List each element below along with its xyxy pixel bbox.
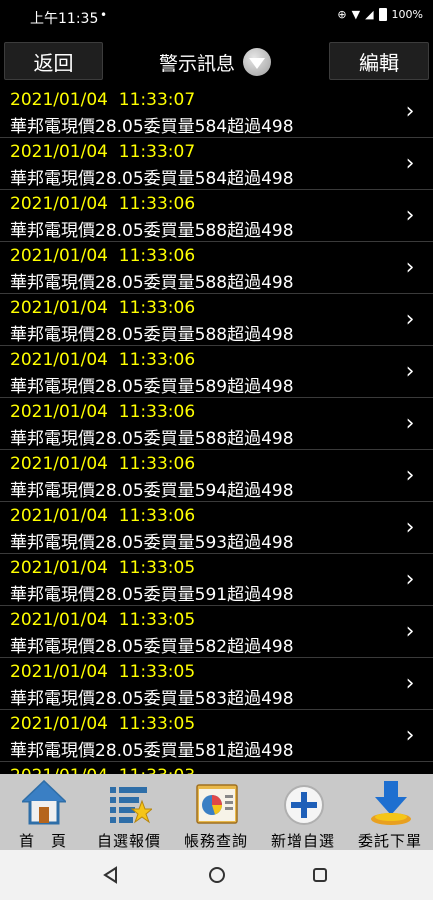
system-nav-bar — [0, 850, 433, 900]
chevron-right-icon: › — [405, 98, 415, 124]
status-icons: ⊕ ▼ ◢ 100% — [337, 8, 423, 21]
alert-time: 2021/01/04 11:33:06 — [10, 402, 196, 422]
alert-row[interactable]: 2021/01/04 11:33:06 華邦電現價28.05委買量594超過49… — [0, 450, 433, 502]
alert-row[interactable]: 2021/01/04 11:33:06 華邦電現價28.05委買量593超過49… — [0, 502, 433, 554]
chevron-right-icon: › — [405, 670, 415, 696]
tab-add-watchlist[interactable]: 新增自選 — [260, 774, 346, 850]
recents-square-icon — [313, 868, 327, 882]
signal-icon: ◢ — [365, 8, 374, 21]
tab-label: 帳務查詢 — [183, 832, 248, 850]
alert-time: 2021/01/04 11:33:05 — [10, 714, 196, 734]
tab-home[interactable]: 首 頁 — [0, 774, 86, 850]
notification-dot: • — [100, 8, 108, 22]
account-query-icon — [196, 784, 238, 824]
order-icon — [371, 781, 411, 825]
alert-message: 華邦電現價28.05委買量584超過498 — [10, 169, 294, 189]
alert-message: 華邦電現價28.05委買量588超過498 — [10, 221, 294, 241]
alert-row[interactable]: 2021/01/04 11:33:05 華邦電現價28.05委買量591超過49… — [0, 554, 433, 606]
alert-row[interactable]: 2021/01/04 11:33:06 華邦電現價28.05委買量589超過49… — [0, 346, 433, 398]
battery-level: 100% — [391, 8, 423, 21]
alert-row[interactable]: 2021/01/04 11:33:06 華邦電現價28.05委買量588超過49… — [0, 242, 433, 294]
alert-row[interactable]: 2021/01/04 11:33:07 華邦電現價28.05委買量584超過49… — [0, 86, 433, 138]
battery-icon — [378, 8, 387, 21]
alert-time: 2021/01/04 11:33:07 — [10, 90, 196, 110]
alert-row[interactable]: 2021/01/04 11:33:07 華邦電現價28.05委買量584超過49… — [0, 138, 433, 190]
tab-label: 首 頁 — [18, 832, 67, 850]
tab-label: 新增自選 — [270, 832, 335, 850]
alert-time: 2021/01/04 11:33:06 — [10, 298, 196, 318]
alert-time: 2021/01/04 11:33:05 — [10, 662, 196, 682]
tab-watchlist[interactable]: 自選報價 — [86, 774, 172, 850]
add-icon — [284, 785, 324, 825]
tab-label: 委託下單 — [357, 832, 422, 850]
alert-message: 華邦電現價28.05委買量581超過498 — [10, 741, 294, 761]
status-bar: 上午11:35 • ⊕ ▼ ◢ 100% — [0, 0, 433, 36]
back-triangle-icon — [103, 866, 117, 884]
chevron-right-icon: › — [405, 150, 415, 176]
chevron-right-icon: › — [405, 514, 415, 540]
alert-row[interactable]: 2021/01/04 11:33:05 華邦電現價28.05委買量583超過49… — [0, 658, 433, 710]
chevron-right-icon: › — [405, 306, 415, 332]
alert-time: 2021/01/04 11:33:06 — [10, 454, 196, 474]
alert-row[interactable]: 2021/01/04 11:33:03 — [0, 762, 433, 774]
alert-time: 2021/01/04 11:33:05 — [10, 558, 196, 578]
tab-label: 自選報價 — [96, 832, 161, 850]
alert-message: 華邦電現價28.05委買量584超過498 — [10, 117, 294, 137]
alert-message: 華邦電現價28.05委買量588超過498 — [10, 429, 294, 449]
tab-place-order[interactable]: 委託下單 — [347, 774, 433, 850]
chevron-right-icon: › — [405, 566, 415, 592]
alert-row[interactable]: 2021/01/04 11:33:05 華邦電現價28.05委買量582超過49… — [0, 606, 433, 658]
alert-list[interactable]: 2021/01/04 11:33:07 華邦電現價28.05委買量584超過49… — [0, 86, 433, 774]
back-button[interactable]: 返回 — [4, 42, 103, 80]
back-nav-button[interactable] — [96, 860, 126, 890]
alert-time: 2021/01/04 11:33:06 — [10, 194, 196, 214]
chevron-right-icon: › — [405, 358, 415, 384]
alert-row[interactable]: 2021/01/04 11:33:06 華邦電現價28.05委買量588超過49… — [0, 294, 433, 346]
chevron-right-icon: › — [405, 462, 415, 488]
chevron-down-icon[interactable] — [243, 48, 271, 76]
chevron-right-icon: › — [405, 254, 415, 280]
alert-row[interactable]: 2021/01/04 11:33:06 華邦電現價28.05委買量588超過49… — [0, 398, 433, 450]
alert-time: 2021/01/04 11:33:06 — [10, 506, 196, 526]
alert-time: 2021/01/04 11:33:06 — [10, 350, 196, 370]
home-nav-button[interactable] — [202, 860, 232, 890]
chevron-right-icon: › — [405, 410, 415, 436]
alert-time: 2021/01/04 11:33:03 — [10, 766, 195, 774]
alert-message: 華邦電現價28.05委買量588超過498 — [10, 325, 294, 345]
bottom-tab-bar: 首 頁 自選報價 帳務查詢 新增自選 委託下單 — [0, 774, 433, 850]
alert-message: 華邦電現價28.05委買量588超過498 — [10, 273, 294, 293]
status-time: 上午11:35 — [30, 11, 99, 27]
header: 返回 警示訊息 編輯 — [0, 36, 433, 86]
alert-message: 華邦電現價28.05委買量593超過498 — [10, 533, 294, 553]
alert-time: 2021/01/04 11:33:05 — [10, 610, 196, 630]
alert-message: 華邦電現價28.05委買量582超過498 — [10, 637, 294, 657]
wifi-icon: ▼ — [351, 8, 361, 21]
alert-row[interactable]: 2021/01/04 11:33:06 華邦電現價28.05委買量588超過49… — [0, 190, 433, 242]
recents-nav-button[interactable] — [305, 860, 335, 890]
alert-message: 華邦電現價28.05委買量589超過498 — [10, 377, 294, 397]
alert-time: 2021/01/04 11:33:06 — [10, 246, 196, 266]
chevron-right-icon: › — [405, 722, 415, 748]
edit-button[interactable]: 編輯 — [329, 42, 429, 80]
alert-message: 華邦電現價28.05委買量591超過498 — [10, 585, 294, 605]
title-dropdown[interactable]: 警示訊息 — [140, 44, 290, 80]
home-icon — [22, 779, 66, 825]
alarm-icon: ⊕ — [337, 8, 347, 21]
chevron-right-icon: › — [405, 618, 415, 644]
alert-message: 華邦電現價28.05委買量583超過498 — [10, 689, 294, 709]
alert-message: 華邦電現價28.05委買量594超過498 — [10, 481, 294, 501]
home-circle-icon — [209, 867, 225, 883]
chevron-right-icon: › — [405, 202, 415, 228]
watchlist-icon — [110, 787, 152, 824]
alert-row[interactable]: 2021/01/04 11:33:05 華邦電現價28.05委買量581超過49… — [0, 710, 433, 762]
tab-account-query[interactable]: 帳務查詢 — [173, 774, 259, 850]
alert-time: 2021/01/04 11:33:07 — [10, 142, 196, 162]
page-title: 警示訊息 — [158, 52, 235, 75]
